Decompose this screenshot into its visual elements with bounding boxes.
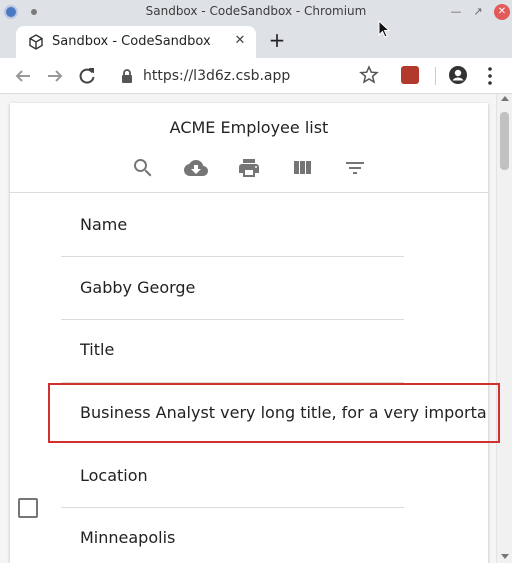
reload-icon	[79, 68, 95, 84]
cell-value-name: Gabby George	[80, 278, 196, 297]
address-bar[interactable]: https://l3d6z.csb.app	[112, 62, 392, 90]
page-viewport: ACME Employee list Name Gabby George Tit…	[0, 94, 512, 563]
page-scrollbar[interactable]	[496, 94, 512, 563]
forward-button[interactable]	[44, 65, 66, 87]
scroll-thumb[interactable]	[500, 112, 509, 170]
tab-title: Sandbox - CodeSandbox	[52, 34, 211, 49]
search-icon[interactable]	[131, 156, 155, 180]
cell-divider	[61, 319, 404, 320]
browser-toolbar: https://l3d6z.csb.app	[0, 58, 512, 94]
arrow-right-icon	[48, 70, 63, 82]
bookmark-star-icon[interactable]	[359, 65, 379, 85]
minimize-icon[interactable]: —	[448, 4, 464, 20]
cell-divider	[61, 382, 404, 383]
tab-close-icon[interactable]: ✕	[231, 32, 249, 50]
cell-divider	[61, 256, 404, 257]
cell-header-name: Name	[80, 215, 128, 234]
cell-value-title: Business Analyst very long title, for a …	[80, 403, 488, 422]
close-window-icon[interactable]: ✕	[494, 4, 510, 20]
row-select-checkbox[interactable]	[18, 498, 38, 518]
maximize-icon[interactable]: ↗	[470, 4, 486, 20]
tab-codesandbox[interactable]: Sandbox - CodeSandbox ✕	[16, 26, 256, 58]
window-titlebar: Sandbox - CodeSandbox - Chromium — ↗ ✕	[0, 0, 512, 24]
filter-icon[interactable]	[343, 156, 367, 180]
profile-avatar-icon[interactable]	[448, 65, 468, 85]
view-columns-icon[interactable]	[290, 156, 314, 180]
window-title: Sandbox - CodeSandbox - Chromium	[145, 4, 367, 18]
url-text: https://l3d6z.csb.app	[143, 68, 291, 84]
table-title: ACME Employee list	[169, 118, 329, 137]
cell-divider	[61, 507, 404, 508]
arrow-left-icon	[15, 70, 30, 82]
cell-header-title: Title	[80, 340, 115, 359]
scroll-up-arrow-icon[interactable]	[501, 96, 509, 101]
reload-button[interactable]	[76, 65, 98, 87]
cell-value-location: Minneapolis	[80, 528, 176, 547]
lock-icon	[122, 69, 132, 83]
scroll-down-arrow-icon[interactable]	[501, 554, 509, 559]
extension-icon[interactable]	[401, 66, 419, 84]
new-tab-button[interactable]: +	[266, 29, 288, 51]
back-button[interactable]	[12, 65, 34, 87]
mouse-cursor-icon	[378, 20, 390, 38]
toolbar-divider	[10, 192, 488, 193]
tab-strip: Sandbox - CodeSandbox ✕ +	[0, 24, 512, 58]
download-icon[interactable]	[184, 156, 208, 180]
codesandbox-icon	[29, 34, 43, 50]
menu-kebab-icon[interactable]	[483, 65, 497, 87]
cell-header-location: Location	[80, 466, 148, 485]
toolbar-separator	[435, 67, 436, 85]
employee-table-card: ACME Employee list Name Gabby George Tit…	[10, 103, 488, 563]
print-icon[interactable]	[237, 156, 261, 180]
